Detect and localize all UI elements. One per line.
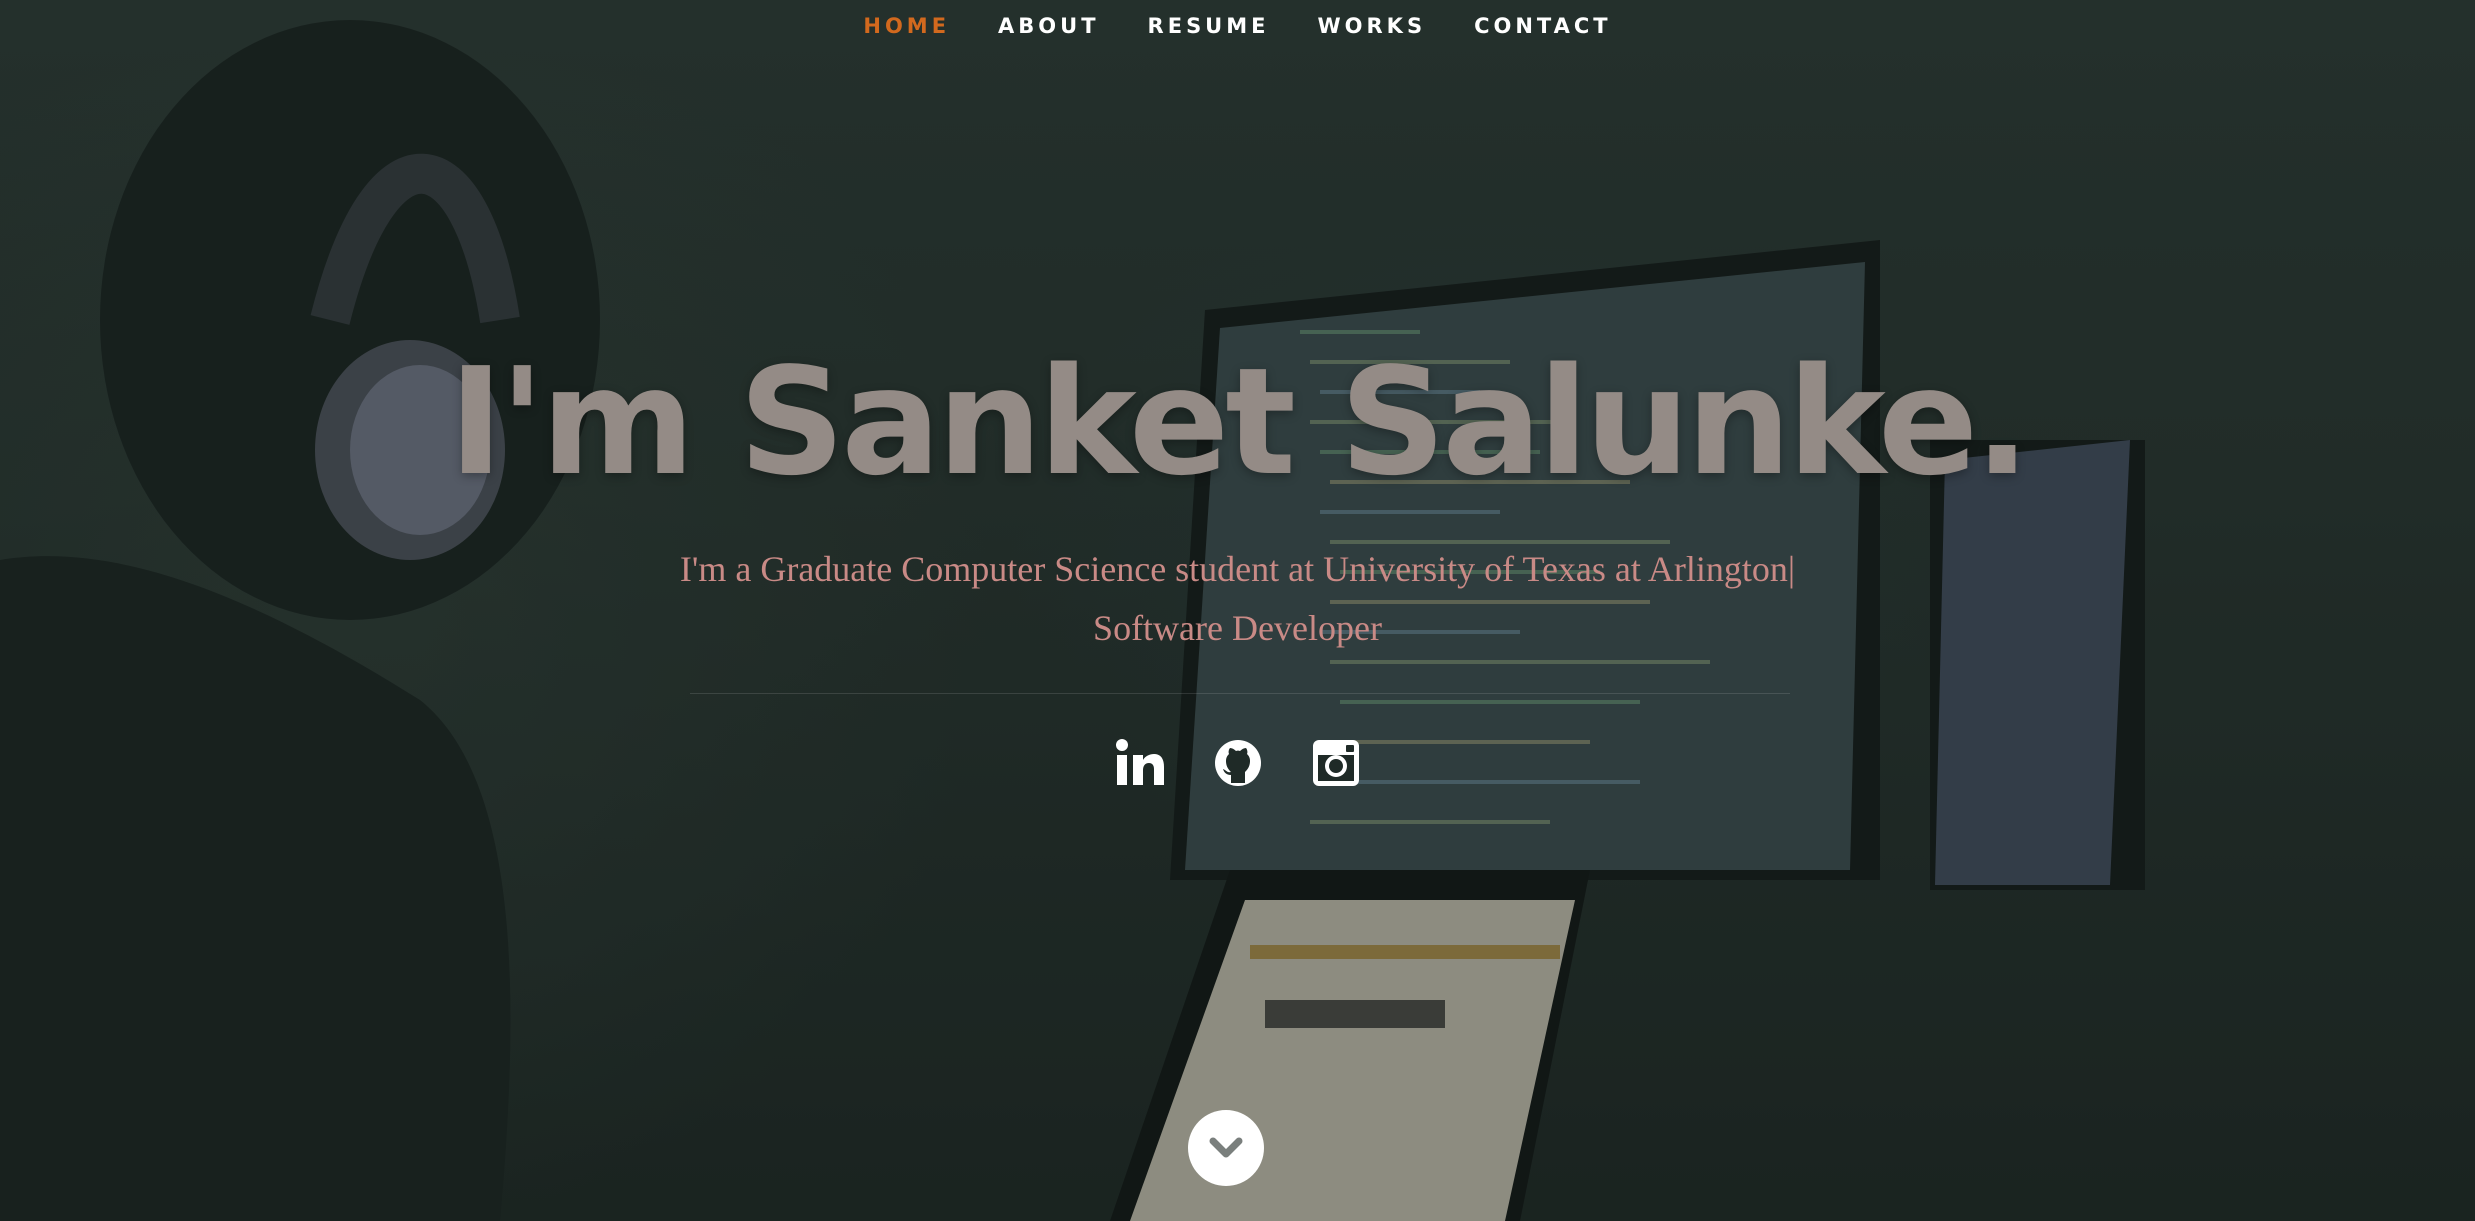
linkedin-icon[interactable] (1115, 738, 1165, 788)
hero-headline: I'm Sanket Salunke. (448, 336, 2030, 508)
hero-subtitle: I'm a Graduate Computer Science student … (560, 540, 1915, 658)
main-nav: HOME ABOUT RESUME WORKS CONTACT (0, 14, 2475, 38)
nav-resume[interactable]: RESUME (1148, 14, 1270, 38)
scroll-down-button[interactable] (1188, 1110, 1264, 1186)
nav-home[interactable]: HOME (863, 14, 950, 38)
hero-subtitle-line1: I'm a Graduate Computer Science student … (679, 549, 1796, 589)
github-icon[interactable] (1213, 738, 1263, 788)
instagram-icon[interactable] (1311, 738, 1361, 788)
social-links (0, 738, 2475, 788)
hero-divider (690, 693, 1790, 694)
hero-page: HOME ABOUT RESUME WORKS CONTACT I'm Sank… (0, 0, 2475, 1221)
nav-contact[interactable]: CONTACT (1474, 14, 1612, 38)
nav-works[interactable]: WORKS (1317, 14, 1426, 38)
nav-about[interactable]: ABOUT (998, 14, 1100, 38)
hero-subtitle-line2: Software Developer (1093, 608, 1382, 648)
chevron-down-icon (1209, 1137, 1243, 1158)
